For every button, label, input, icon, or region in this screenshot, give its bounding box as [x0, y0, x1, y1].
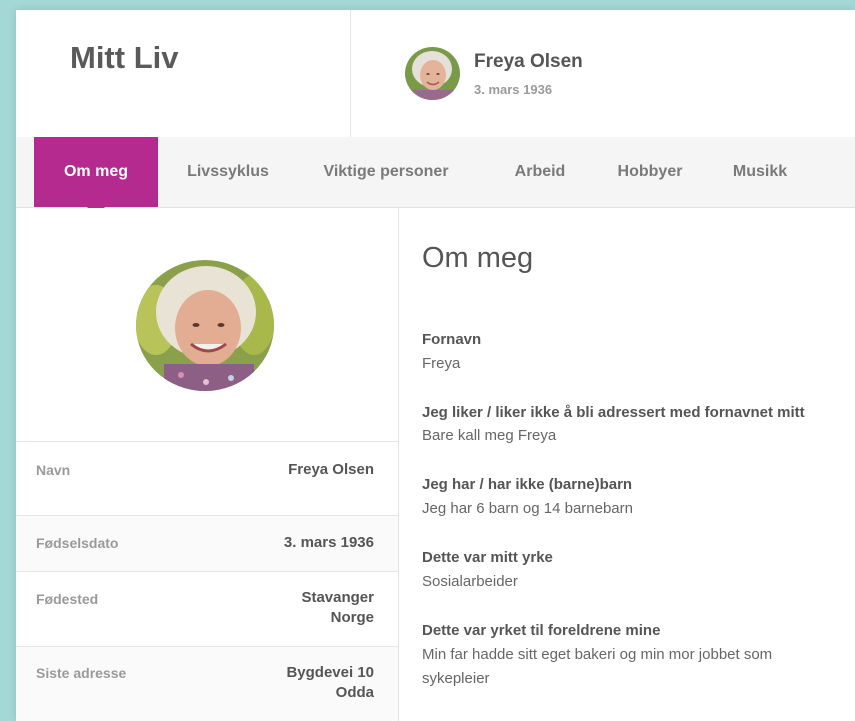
- user-name: Freya Olsen: [474, 51, 583, 72]
- tab-arbeid[interactable]: Arbeid: [494, 137, 586, 207]
- info-row-navn: Navn Freya Olsen: [16, 441, 398, 516]
- section-title: Om meg: [422, 242, 534, 274]
- field-value-barn: Jeg har 6 barn og 14 barnebarn: [422, 500, 633, 517]
- tab-hobbyer[interactable]: Hobbyer: [604, 137, 696, 207]
- header: Mitt Liv Freya Olsen 3. mars 1936: [16, 10, 855, 137]
- user-birth-date: 3. mars 1936: [474, 82, 553, 97]
- info-value-line1: Bygdevei 10: [286, 664, 374, 681]
- app-title: Mitt Liv: [70, 40, 179, 75]
- info-row-fodselsdato: Fødselsdato 3. mars 1936: [16, 515, 398, 572]
- tab-om-meg[interactable]: Om meg: [34, 137, 158, 207]
- field-label-barn: Jeg har / har ikke (barne)barn: [422, 476, 633, 493]
- profile-photo: [136, 260, 274, 391]
- field-value-yrke: Sosialarbeider: [422, 573, 518, 590]
- info-value: Stavanger Norge: [301, 588, 374, 628]
- field-label-fornavn: Fornavn: [422, 331, 482, 348]
- field-value-foreldre-yrke: Min far hadde sitt eget bakeri og min mo…: [422, 646, 773, 687]
- panel-divider: [398, 208, 399, 721]
- info-value-line2: Odda: [335, 684, 374, 701]
- header-divider: [350, 10, 351, 137]
- field-value-fornavn: Freya: [422, 355, 461, 372]
- profile-panel: Navn Freya Olsen Fødselsdato 3. mars 193…: [16, 208, 398, 721]
- tab-viktige-personer[interactable]: Viktige personer: [306, 137, 466, 207]
- info-value: Freya Olsen: [288, 460, 374, 480]
- profile-photo-image: [136, 260, 274, 391]
- field-label-adressering: Jeg liker / liker ikke å bli adressert m…: [422, 404, 805, 421]
- field-label-yrke: Dette var mitt yrke: [422, 549, 553, 566]
- main-card: Mitt Liv Freya Olsen 3. mars 1936 Om meg…: [16, 10, 855, 721]
- info-value: Bygdevei 10 Odda: [286, 663, 374, 703]
- info-value: 3. mars 1936: [284, 533, 374, 553]
- info-label: Fødselsdato: [36, 535, 119, 551]
- tab-livssyklus[interactable]: Livssyklus: [174, 137, 282, 207]
- tab-bar: Om meg Livssyklus Viktige personer Arbei…: [16, 137, 855, 208]
- field-value-adressering: Bare kall meg Freya: [422, 427, 557, 444]
- user-avatar[interactable]: [405, 47, 460, 100]
- info-value-line2: Norge: [330, 609, 374, 626]
- info-value-line1: Freya Olsen: [288, 461, 374, 478]
- avatar-photo: [405, 47, 460, 100]
- info-label: Siste adresse: [36, 665, 127, 681]
- info-value-line1: Stavanger: [301, 589, 374, 606]
- tab-musikk[interactable]: Musikk: [718, 137, 802, 207]
- info-row-fodested: Fødested Stavanger Norge: [16, 571, 398, 647]
- info-row-siste-adresse: Siste adresse Bygdevei 10 Odda: [16, 646, 398, 721]
- info-label: Fødested: [36, 591, 99, 607]
- field-label-foreldre-yrke: Dette var yrket til foreldrene mine: [422, 622, 661, 639]
- info-value-line1: 3. mars 1936: [283, 534, 374, 551]
- info-label: Navn: [36, 462, 71, 478]
